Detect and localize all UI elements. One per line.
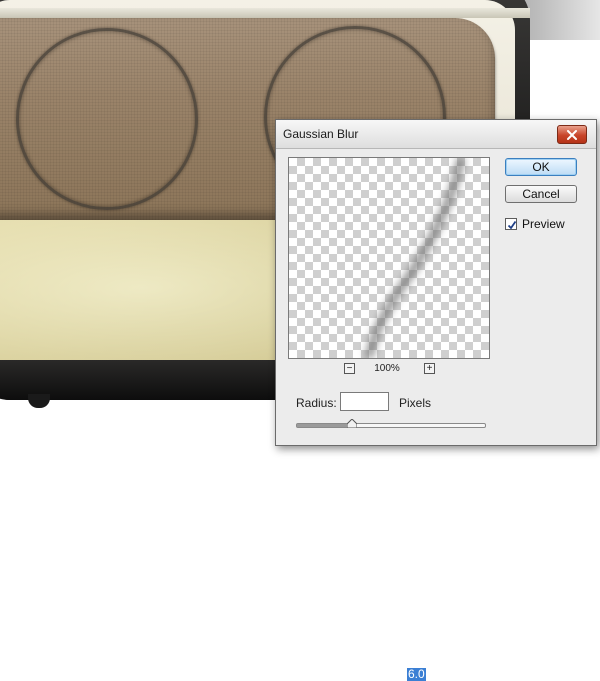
radius-slider-fill	[297, 424, 354, 427]
zoom-in-button[interactable]: +	[424, 363, 435, 374]
radius-units-label: Pixels	[399, 396, 432, 410]
zoom-out-button[interactable]: −	[344, 363, 355, 374]
gaussian-blur-dialog: Gaussian Blur − 100% + OK Cancel Preview…	[275, 119, 597, 681]
checkmark-icon	[507, 220, 517, 230]
close-button[interactable]	[557, 125, 587, 144]
cancel-button[interactable]: Cancel	[505, 185, 577, 203]
radius-label: Radius:	[296, 396, 337, 410]
radius-input[interactable]: 6.0	[340, 392, 426, 681]
radius-slider-track[interactable]	[296, 423, 486, 428]
radio-foot	[28, 394, 50, 408]
close-icon	[567, 129, 577, 140]
preview-label: Preview	[522, 217, 565, 231]
radius-value: 6.0	[407, 667, 426, 681]
zoom-level: 100%	[374, 363, 400, 374]
ok-button[interactable]: OK	[505, 158, 577, 176]
preview-checkbox[interactable]	[505, 218, 517, 230]
blurred-ring-preview	[365, 158, 465, 358]
filter-preview-window[interactable]	[288, 157, 490, 359]
radio-top-bezel	[0, 8, 530, 18]
preview-checkbox-row[interactable]: Preview	[505, 217, 585, 233]
radius-slider-thumb[interactable]	[347, 419, 358, 428]
dialog-title: Gaussian Blur	[283, 127, 359, 141]
zoom-controls: − 100% +	[344, 363, 440, 377]
speaker-ring-left	[16, 28, 198, 210]
dialog-titlebar[interactable]: Gaussian Blur	[276, 120, 596, 149]
